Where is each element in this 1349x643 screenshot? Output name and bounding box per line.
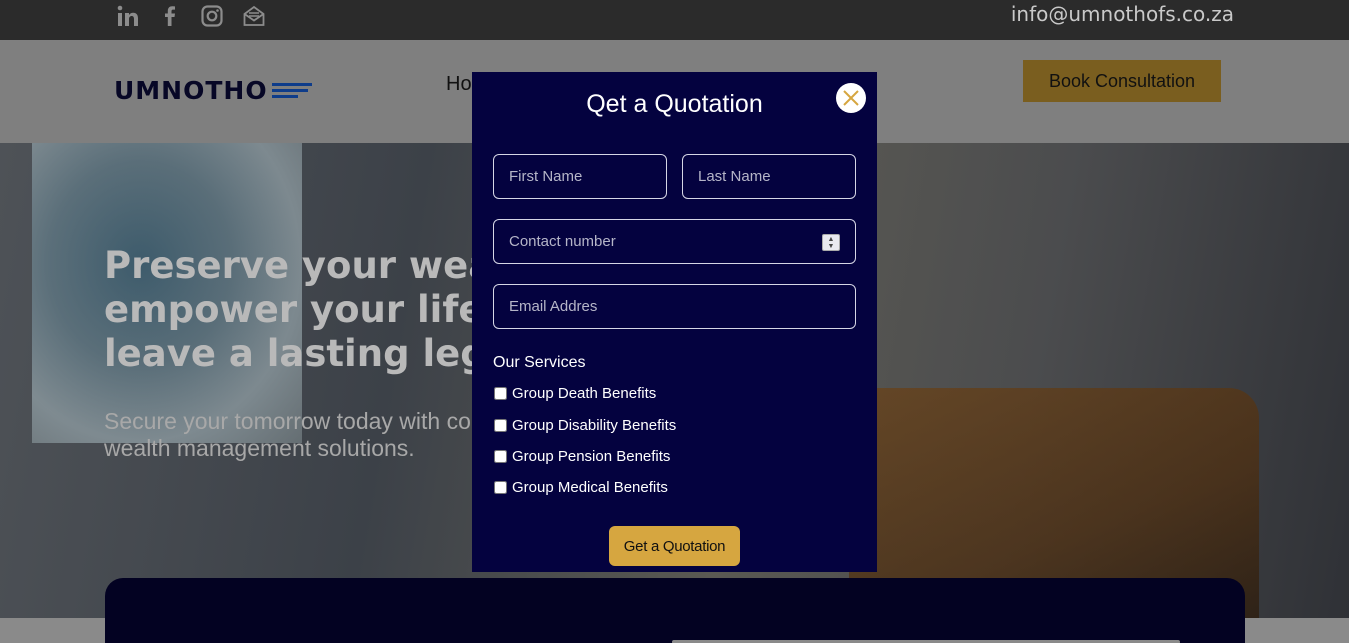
service-option-medical[interactable]: Group Medical Benefits xyxy=(493,479,668,496)
service-checkbox[interactable] xyxy=(494,481,507,494)
chevron-up-icon[interactable]: ▲ xyxy=(828,236,835,243)
logo-bars-icon xyxy=(271,83,312,98)
service-checkbox[interactable] xyxy=(494,387,507,400)
service-option-pension[interactable]: Group Pension Benefits xyxy=(493,448,670,465)
service-option-label: Group Medical Benefits xyxy=(512,479,668,496)
top-bar: info@umnothofs.co.za xyxy=(0,0,1349,40)
service-option-label: Group Death Benefits xyxy=(512,385,657,402)
contact-number-field[interactable] xyxy=(493,219,856,264)
number-stepper[interactable]: ▲ ▼ xyxy=(822,234,840,251)
last-name-field[interactable] xyxy=(682,154,856,199)
book-consultation-button[interactable]: Book Consultation xyxy=(1023,60,1221,102)
get-quotation-button[interactable]: Get a Quotation xyxy=(609,526,740,566)
facebook-icon[interactable] xyxy=(158,4,182,28)
instagram-icon[interactable] xyxy=(200,4,224,28)
service-option-label: Group Disability Benefits xyxy=(512,417,677,434)
mail-icon[interactable] xyxy=(242,4,266,28)
service-option-label: Group Pension Benefits xyxy=(512,448,671,465)
email-field[interactable] xyxy=(493,284,856,329)
close-icon xyxy=(843,90,859,106)
quotation-modal: Qet a Quotation ▲ ▼ Our Services Group D… xyxy=(472,72,877,572)
social-links xyxy=(116,4,266,28)
content-panel xyxy=(105,578,1245,643)
close-modal-button[interactable] xyxy=(836,83,866,113)
services-label: Our Services xyxy=(493,354,586,371)
service-option-disability[interactable]: Group Disability Benefits xyxy=(493,417,676,434)
nav-item-home[interactable]: Ho xyxy=(446,73,472,96)
umnotho-logo[interactable]: UMNOTHO xyxy=(114,76,312,105)
chevron-down-icon[interactable]: ▼ xyxy=(828,243,835,250)
service-checkbox[interactable] xyxy=(494,419,507,432)
contact-email[interactable]: info@umnothofs.co.za xyxy=(1011,2,1234,26)
modal-title: Qet a Quotation xyxy=(586,90,763,118)
first-name-field[interactable] xyxy=(493,154,667,199)
service-option-death[interactable]: Group Death Benefits xyxy=(493,385,656,402)
logo-text: UMNOTHO xyxy=(114,76,268,105)
service-checkbox[interactable] xyxy=(494,450,507,463)
linkedin-icon[interactable] xyxy=(116,4,140,28)
